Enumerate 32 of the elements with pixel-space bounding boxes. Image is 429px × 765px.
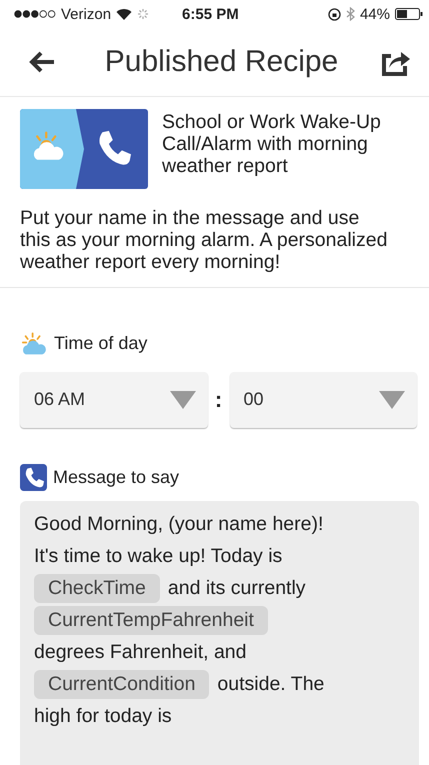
message-text: It's time to wake up! Today is [34, 545, 282, 568]
page-title: Published Recipe [104, 45, 340, 79]
battery-percentage: 44% [360, 6, 390, 22]
bluetooth-icon [346, 7, 355, 21]
caret-icon [379, 390, 405, 409]
caret-icon [170, 390, 196, 409]
rotation-lock-icon [328, 8, 341, 20]
message-text: Good Morning, (your name here)! [34, 513, 324, 536]
message-text: outside. The [217, 673, 324, 696]
minute-dropdown[interactable]: 00 [230, 372, 417, 428]
carrier-name: Verizon [61, 6, 112, 22]
message-text: and its currently [168, 577, 306, 600]
message-field[interactable]: Good Morning, (your name here)! It's time to wake up! Today is CheckTime and its currently CurrentTempFahrenheit degrees Fahrenheit, and CurrentCondition outside. The high for today is [20, 500, 419, 765]
ingredient-chip[interactable]: CurrentCondition [34, 670, 210, 700]
message-text: degrees Fahrenheit, and [34, 641, 246, 664]
recipe-title: School or Work Wake-Up Call/Alarm with morning weather report [162, 110, 382, 179]
wifi-icon [116, 8, 132, 20]
spinner-icon [137, 8, 150, 20]
field-label: Time of day [54, 333, 148, 354]
recipe-description: Put your name in the message and use this as your morning alarm. A personalized weather report every morning! [0, 189, 429, 288]
ingredient-chip[interactable]: CheckTime [34, 574, 160, 604]
time-separator: : [214, 386, 224, 413]
time-of-day-icon [20, 332, 48, 356]
hour-dropdown[interactable]: 06 AM [20, 372, 208, 428]
clock-time: 6:55 PM [182, 6, 239, 22]
ingredient-chip[interactable]: CurrentTempFahrenheit [34, 606, 268, 636]
signal-icon [14, 10, 56, 18]
field-label: Message to say [53, 466, 180, 488]
phone-icon [20, 464, 47, 491]
back-button[interactable] [28, 50, 56, 74]
message-text: high for today is [34, 705, 172, 728]
battery-icon [395, 8, 423, 20]
